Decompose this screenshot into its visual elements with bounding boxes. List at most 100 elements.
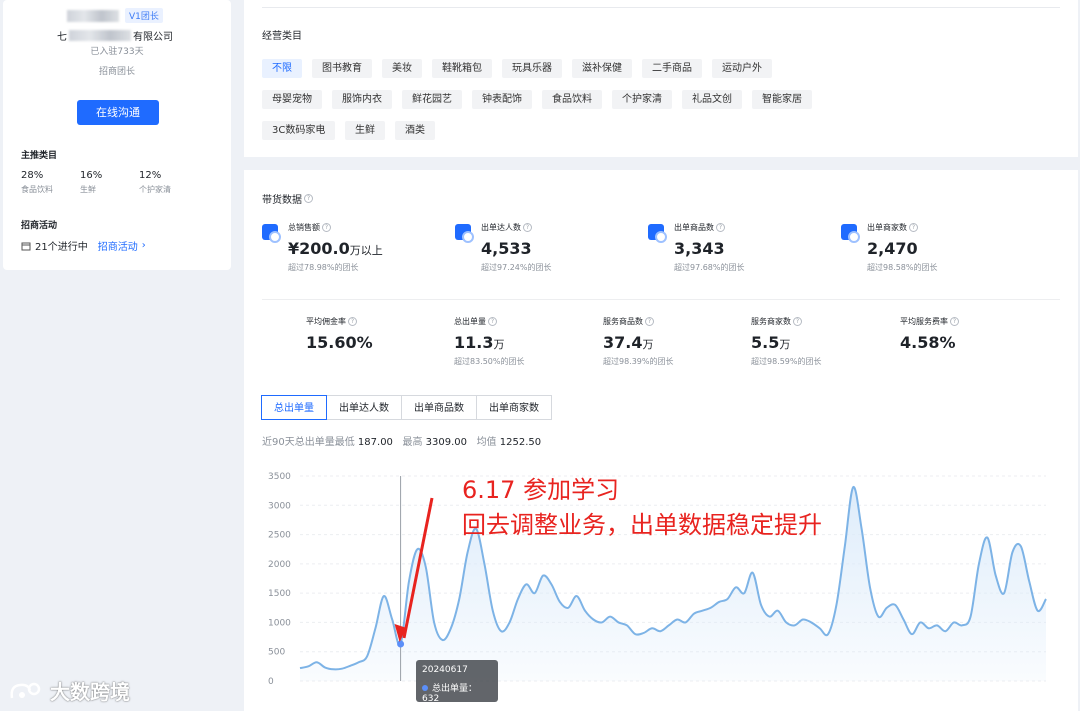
company-suffix: 有限公司 [133,32,173,43]
business-title: 经营类目 [262,31,302,42]
data-title-text: 带货数据 [262,195,302,206]
metric-value: 3,343 [674,239,745,258]
annotation-line2: 回去调整业务，出单数据稳定提升 [462,511,822,539]
category-chip[interactable]: 礼品文创 [682,90,742,109]
metric-label: 服务商品数 [603,317,643,326]
sales-icon [262,224,281,243]
data-title: 带货数据 ? [262,191,313,206]
main-category-stat: 16% 生鲜 [80,170,103,194]
category-chip[interactable]: 食品饮料 [542,90,602,109]
y-tick-label: 2000 [268,560,291,570]
metric-rank: 超过98.39%的团长 [603,357,674,366]
metric-card: 平均服务费率? 4.58% [900,316,959,356]
metric-card: 总出单量? 11.3万 超过83.50%的团长 [454,316,525,367]
metric-label: 平均服务费率 [900,317,948,326]
y-tick-label: 0 [268,677,274,687]
y-tick-label: 1000 [268,618,291,628]
chart-svg: 0 500 1000 1500 2000 2500 3000 3500 [268,472,1047,687]
tab-3[interactable]: 出单商品数 [401,395,477,420]
metric-label: 出单商品数 [674,223,714,232]
category-chip[interactable]: 图书教育 [312,59,372,78]
y-tick-label: 500 [268,648,285,658]
help-icon[interactable]: ? [304,194,313,203]
main-category-stat: 12% 个护家清 [139,170,171,194]
category-chip[interactable]: 二手商品 [642,59,702,78]
calendar-icon [21,242,31,250]
metric-value: 5.5万 [751,333,822,352]
business-categories-card: 经营类目 不限 图书教育 美妆 鞋靴箱包 玩具乐器 滋补保健 二手商品 运动户外母婴宠物 服饰内… [244,0,1078,157]
metric-number: 4,533 [481,239,532,258]
metric-label: 服务商家数 [751,317,791,326]
tab-4[interactable]: 出单商家数 [476,395,552,420]
blurred-company [69,30,131,41]
help-icon[interactable]: ? [645,317,654,326]
metric-card: 总销售额? ¥200.0万以上超过78.98%的团长 [288,222,383,273]
metric-card: 服务商品数? 37.4万超过98.39%的团长 [603,316,674,367]
help-icon[interactable]: ? [716,223,725,232]
y-tick-label: 3000 [268,501,291,511]
profile-card: V1团长 七 有限公司 已入驻733天 招商团长 在线沟通 主推类目 28% 食… [3,0,231,270]
help-icon[interactable]: ? [523,223,532,232]
tab-2[interactable]: 出单达人数 [326,395,402,420]
metric-label: 出单达人数 [481,223,521,232]
tooltip-value: 总出单量：632 [422,684,478,704]
y-tick-label: 3500 [268,472,291,482]
chart-tooltip: 20240617 总出单量：632 [416,660,498,704]
tooltip-date: 20240617 [422,665,468,675]
category-chip[interactable]: 酒类 [395,121,435,140]
summary-max: 3309.00 [425,437,468,448]
metric-number: 37.4 [603,333,643,352]
product-icon [648,224,667,243]
category-chip[interactable]: 3C数码家电 [262,121,336,140]
main-categories-title: 主推类目 [21,151,58,161]
chevron-right-icon[interactable]: › [142,240,146,251]
y-tick-label: 1500 [268,589,291,599]
metric-value: ¥200.0万以上 [288,239,383,258]
help-icon[interactable]: ? [909,223,918,232]
category-chip[interactable]: 运动户外 [712,59,772,78]
metric-number: 4.58% [900,333,956,352]
tab-1[interactable]: 总出单量 [261,395,327,420]
metric-rank: 超过83.50%的团长 [454,357,525,366]
category-chip[interactable]: 生鲜 [345,121,385,140]
activity-row: 21个进行中 招商活动 › [21,238,146,253]
metric-label: 总销售额 [288,223,320,232]
contact-button[interactable]: 在线沟通 [77,100,159,125]
metric-value: 2,470 [867,239,938,258]
category-chip[interactable]: 钟表配饰 [472,90,532,109]
metric-rank: 超过78.98%的团长 [288,263,359,272]
metric-card: 出单达人数? 4,533 超过97.24%的团长 [481,222,552,273]
category-chip[interactable]: 玩具乐器 [502,59,562,78]
category-chip[interactable]: 智能家居 [752,90,812,109]
help-icon[interactable]: ? [322,223,331,232]
category-chip[interactable]: 不限 [262,59,302,78]
y-tick-label: 2500 [268,531,291,541]
metric-unit: 万 [642,338,654,351]
metric-number: 2,470 [867,239,918,258]
metric-value: 4,533 [481,239,552,258]
help-icon[interactable]: ? [950,317,959,326]
help-icon[interactable]: ? [348,317,357,326]
category-chip[interactable]: 服饰内衣 [332,90,392,109]
category-chip[interactable]: 美妆 [382,59,422,78]
category-chip[interactable]: 个护家清 [612,90,672,109]
activity-link[interactable]: 招商活动 [98,238,138,253]
category-chip[interactable]: 母婴宠物 [262,90,322,109]
category-chip[interactable]: 鞋靴箱包 [432,59,492,78]
category-chip[interactable]: 滋补保健 [572,59,632,78]
profile-header: V1团长 [67,8,163,23]
metric-number: ¥200.0 [288,239,350,258]
order-volume-chart: 0 500 1000 1500 2000 2500 3000 3500 [244,458,1078,711]
help-icon[interactable]: ? [793,317,802,326]
help-icon[interactable]: ? [488,317,497,326]
summary-min: 187.00 [357,437,393,448]
highlight-point[interactable] [397,640,405,648]
activity-count: 21个进行中 [35,242,88,253]
metric-number: 15.60% [306,333,373,352]
level-badge: V1团长 [125,8,163,23]
company-name: 七 有限公司 [57,28,173,43]
category-chip[interactable]: 鲜花园艺 [402,90,462,109]
metric-value: 4.58% [900,333,959,352]
summary-avg-label: 均值 [476,437,497,448]
metric-rank: 超过98.58%的团长 [867,263,938,272]
